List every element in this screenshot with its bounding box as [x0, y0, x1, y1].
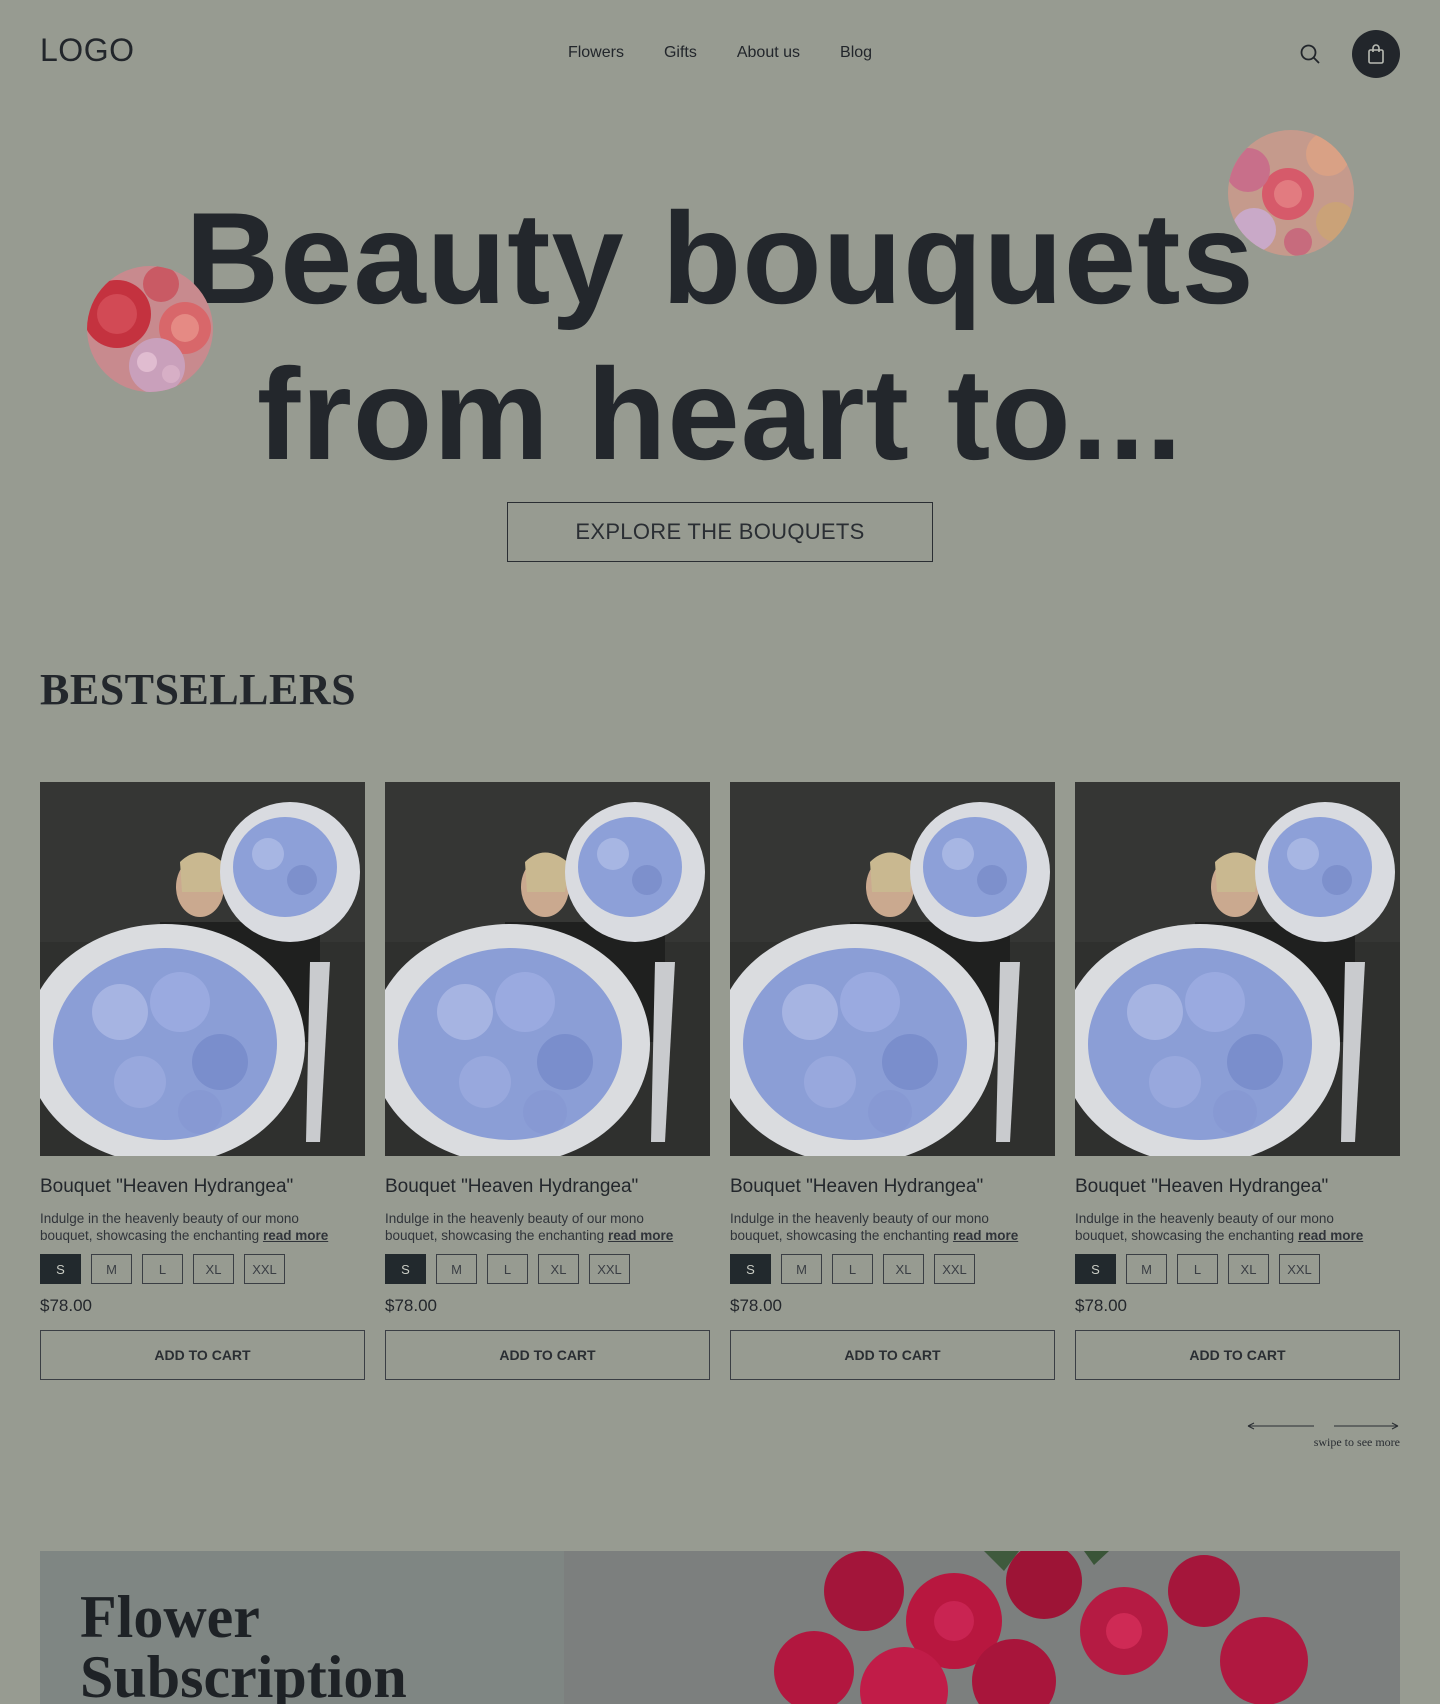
size-option-s[interactable]: S [1075, 1254, 1116, 1284]
size-option-xl[interactable]: XL [883, 1254, 924, 1284]
product-card: Bouquet "Heaven Hydrangea" Indulge in th… [385, 782, 710, 1380]
size-option-l[interactable]: L [142, 1254, 183, 1284]
nav-flowers[interactable]: Flowers [568, 44, 624, 62]
product-price: $78.00 [385, 1296, 437, 1315]
size-option-m[interactable]: M [436, 1254, 477, 1284]
product-title[interactable]: Bouquet "Heaven Hydrangea" [40, 1176, 365, 1198]
size-option-s[interactable]: S [385, 1254, 426, 1284]
read-more-link[interactable]: read more [263, 1228, 328, 1243]
size-option-m[interactable]: M [91, 1254, 132, 1284]
product-image[interactable] [385, 782, 710, 1156]
nav-gifts[interactable]: Gifts [664, 44, 697, 62]
read-more-link[interactable]: read more [1298, 1228, 1363, 1243]
product-price: $78.00 [40, 1296, 92, 1315]
add-to-cart-button[interactable]: ADD TO CART [40, 1330, 365, 1380]
subscription-panel: Flower Subscription [40, 1551, 564, 1704]
roses-circle-image [87, 266, 213, 392]
subscription-title: Flower Subscription [80, 1584, 407, 1704]
size-option-xxl[interactable]: XXL [244, 1254, 285, 1284]
product-description: Indulge in the heavenly beauty of our mo… [1075, 1211, 1364, 1243]
size-option-l[interactable]: L [832, 1254, 873, 1284]
main-nav: Flowers Gifts About us Blog [0, 44, 1440, 62]
bestsellers-title: BESTSELLERS [40, 665, 357, 714]
add-to-cart-button[interactable]: ADD TO CART [1075, 1330, 1400, 1380]
size-selector: S M L XL XXL [1075, 1254, 1400, 1284]
size-option-s[interactable]: S [40, 1254, 81, 1284]
nav-about-us[interactable]: About us [737, 44, 800, 62]
product-carousel: Bouquet "Heaven Hydrangea" Indulge in th… [40, 782, 1400, 1380]
swipe-arrows-icon [1247, 1422, 1399, 1430]
product-image[interactable] [1075, 782, 1400, 1156]
size-option-xl[interactable]: XL [1228, 1254, 1269, 1284]
product-description: Indulge in the heavenly beauty of our mo… [385, 1211, 674, 1243]
size-option-l[interactable]: L [1177, 1254, 1218, 1284]
product-price: $78.00 [730, 1296, 782, 1315]
hero-heading: Beauty bouquets from heart to... [0, 180, 1440, 492]
product-price: $78.00 [1075, 1296, 1127, 1315]
size-option-l[interactable]: L [487, 1254, 528, 1284]
product-image[interactable] [730, 782, 1055, 1156]
hero-line-2: from heart to... [256, 341, 1184, 487]
size-option-m[interactable]: M [1126, 1254, 1167, 1284]
size-selector: S M L XL XXL [385, 1254, 710, 1284]
hero-line-1: Beauty bouquets [185, 185, 1255, 331]
size-option-xl[interactable]: XL [538, 1254, 579, 1284]
size-selector: S M L XL XXL [40, 1254, 365, 1284]
shopping-bag-icon [1368, 44, 1384, 64]
cart-button[interactable] [1352, 30, 1400, 78]
product-description: Indulge in the heavenly beauty of our mo… [40, 1211, 329, 1243]
product-card: Bouquet "Heaven Hydrangea" Indulge in th… [1075, 782, 1400, 1380]
search-icon[interactable] [1298, 42, 1322, 66]
size-option-xl[interactable]: XL [193, 1254, 234, 1284]
size-selector: S M L XL XXL [730, 1254, 1055, 1284]
nav-blog[interactable]: Blog [840, 44, 872, 62]
size-option-xxl[interactable]: XXL [1279, 1254, 1320, 1284]
product-title[interactable]: Bouquet "Heaven Hydrangea" [1075, 1176, 1400, 1198]
size-option-m[interactable]: M [781, 1254, 822, 1284]
product-title[interactable]: Bouquet "Heaven Hydrangea" [730, 1176, 1055, 1198]
add-to-cart-button[interactable]: ADD TO CART [730, 1330, 1055, 1380]
product-card: Bouquet "Heaven Hydrangea" Indulge in th… [40, 782, 365, 1380]
red-roses-image [564, 1551, 1400, 1704]
product-title[interactable]: Bouquet "Heaven Hydrangea" [385, 1176, 710, 1198]
product-image[interactable] [40, 782, 365, 1156]
explore-bouquets-button[interactable]: EXPLORE THE BOUQUETS [507, 502, 933, 562]
read-more-link[interactable]: read more [953, 1228, 1018, 1243]
swipe-hint-text: swipe to see more [1313, 1435, 1400, 1449]
read-more-link[interactable]: read more [608, 1228, 673, 1243]
peonies-circle-image [1228, 130, 1354, 256]
swipe-hint[interactable]: swipe to see more [1246, 1420, 1400, 1450]
size-option-s[interactable]: S [730, 1254, 771, 1284]
product-card: Bouquet "Heaven Hydrangea" Indulge in th… [730, 782, 1055, 1380]
size-option-xxl[interactable]: XXL [934, 1254, 975, 1284]
product-description: Indulge in the heavenly beauty of our mo… [730, 1211, 1019, 1243]
add-to-cart-button[interactable]: ADD TO CART [385, 1330, 710, 1380]
size-option-xxl[interactable]: XXL [589, 1254, 630, 1284]
